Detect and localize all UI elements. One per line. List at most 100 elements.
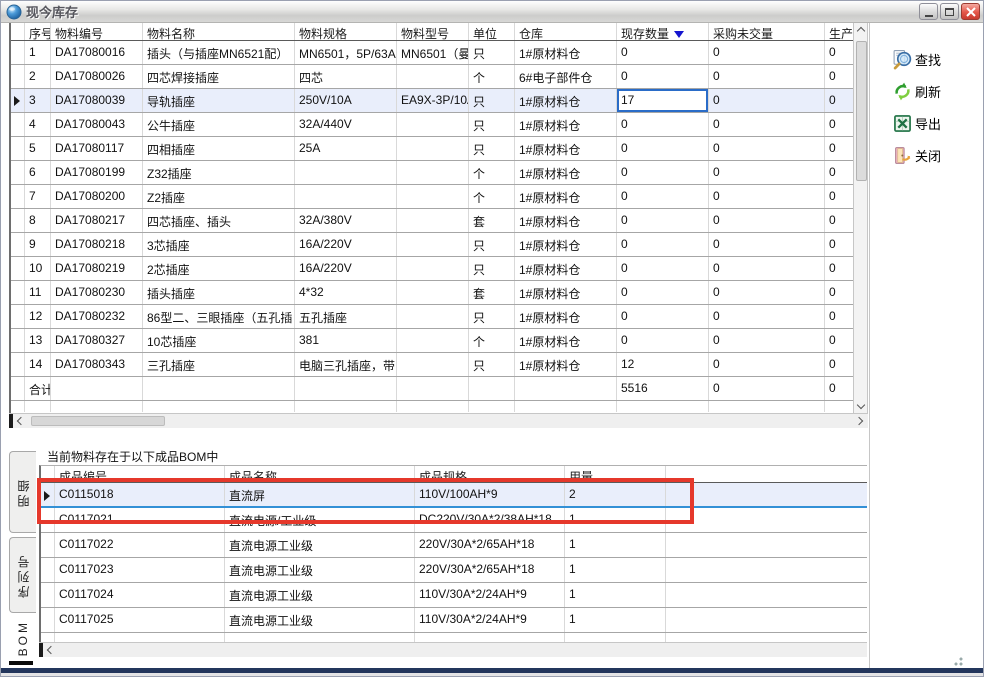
close-window-button[interactable]: 关闭 xyxy=(892,143,984,167)
cell-name[interactable]: 插头插座 xyxy=(143,281,295,304)
cell-spec[interactable]: 4*32 xyxy=(295,281,397,304)
cell-spec[interactable]: 32A/440V xyxy=(295,113,397,136)
close-button[interactable] xyxy=(961,3,980,20)
inventory-row[interactable]: 7DA17080200Z2插座个1#原材料仓000 xyxy=(11,185,853,209)
cell-unit[interactable]: 只 xyxy=(469,233,515,256)
cell-qty[interactable]: 0 xyxy=(617,41,709,64)
cell-spec[interactable]: 四芯 xyxy=(295,65,397,88)
cell-spec[interactable]: 381 xyxy=(295,329,397,352)
row-indicator-cell[interactable] xyxy=(11,281,25,304)
cell-purchase[interactable]: 0 xyxy=(709,65,825,88)
row-indicator-cell[interactable] xyxy=(11,329,25,352)
resize-grip-icon[interactable] xyxy=(953,656,963,666)
cell-spec[interactable]: 250V/10A xyxy=(295,89,397,112)
bom-row[interactable]: C0117024直流电源工业级110V/30A*2/24AH*91 xyxy=(41,583,867,608)
bom-cell-qty[interactable]: 2 xyxy=(565,483,666,506)
cell-purchase[interactable]: 0 xyxy=(709,353,825,376)
row-indicator-cell[interactable] xyxy=(11,41,25,64)
cell-production[interactable]: 0 xyxy=(825,281,853,304)
cell-spec[interactable]: 五孔插座 xyxy=(295,305,397,328)
bom-column-header-qty[interactable]: 用量 xyxy=(565,466,666,482)
bom-row[interactable]: C0117021直流电源/工业级DC220V/30A*2/38AH*181 xyxy=(41,508,867,533)
row-indicator-cell[interactable] xyxy=(11,353,25,376)
cell-production[interactable]: 0 xyxy=(825,257,853,280)
cell-warehouse[interactable]: 1#原材料仓 xyxy=(515,257,617,280)
cell-unit[interactable]: 套 xyxy=(469,281,515,304)
cell-purchase[interactable]: 0 xyxy=(709,137,825,160)
column-header-no[interactable]: 序号 xyxy=(25,23,51,40)
cell-spec[interactable]: 32A/380V xyxy=(295,209,397,232)
cell-warehouse[interactable]: 1#原材料仓 xyxy=(515,305,617,328)
cell-name[interactable] xyxy=(143,377,295,400)
cell-name[interactable]: 四相插座 xyxy=(143,137,295,160)
cell-model[interactable] xyxy=(397,281,469,304)
inventory-row[interactable]: 10DA170802192芯插座16A/220V只1#原材料仓000 xyxy=(11,257,853,281)
bom-scroll-left-icon[interactable] xyxy=(47,646,55,654)
cell-production[interactable]: 0 xyxy=(825,89,853,112)
bom-row-indicator-cell[interactable] xyxy=(41,583,55,607)
bom-cell-name[interactable]: 直流电源/工业级 xyxy=(225,508,415,532)
cell-spec[interactable] xyxy=(295,185,397,208)
splitter-handle[interactable] xyxy=(9,414,13,428)
cell-no[interactable]: 7 xyxy=(25,185,51,208)
bom-cell-code[interactable]: C0115018 xyxy=(55,483,225,506)
column-header-warehouse[interactable]: 仓库 xyxy=(515,23,617,40)
cell-code[interactable]: DA17080219 xyxy=(51,257,143,280)
cell-warehouse[interactable]: 1#原材料仓 xyxy=(515,329,617,352)
cell-name[interactable]: 公牛插座 xyxy=(143,113,295,136)
cell-warehouse[interactable]: 1#原材料仓 xyxy=(515,233,617,256)
inventory-row[interactable]: 2DA17080026四芯焊接插座四芯个6#电子部件仓000 xyxy=(11,65,853,89)
column-header-name[interactable]: 物料名称 xyxy=(143,23,295,40)
inventory-row[interactable]: 8DA17080217四芯插座、插头32A/380V套1#原材料仓000 xyxy=(11,209,853,233)
minimize-button[interactable] xyxy=(919,3,938,20)
tab-bom[interactable]: BOM xyxy=(9,617,36,659)
inventory-row[interactable]: 6DA17080199Z32插座个1#原材料仓000 xyxy=(11,161,853,185)
cell-no[interactable]: 1 xyxy=(25,41,51,64)
refresh-button[interactable]: 刷新 xyxy=(892,79,984,103)
bom-cell-name[interactable]: 直流电源工业级 xyxy=(225,558,415,582)
cell-warehouse[interactable] xyxy=(515,377,617,400)
bom-cell-name[interactable]: 直流屏 xyxy=(225,483,415,506)
cell-unit[interactable]: 个 xyxy=(469,161,515,184)
cell-purchase[interactable]: 0 xyxy=(709,233,825,256)
cell-no[interactable]: 3 xyxy=(25,89,51,112)
row-indicator-cell[interactable] xyxy=(11,401,25,412)
cell-no[interactable]: 4 xyxy=(25,113,51,136)
inventory-row[interactable]: 3DA17080039导轨插座250V/10AEA9X-3P/10A只1#原材料… xyxy=(11,89,853,113)
cell-code[interactable]: DA17080327 xyxy=(51,329,143,352)
row-indicator-cell[interactable] xyxy=(11,161,25,184)
cell-spec[interactable] xyxy=(295,161,397,184)
cell-production[interactable]: 0 xyxy=(825,113,853,136)
cell-no[interactable]: 12 xyxy=(25,305,51,328)
bom-cell-spec[interactable]: DC220V/30A*2/38AH*18 xyxy=(415,508,565,532)
cell-qty[interactable]: 12 xyxy=(617,353,709,376)
cell-code[interactable]: DA17080016 xyxy=(51,41,143,64)
cell-name[interactable]: 导轨插座 xyxy=(143,89,295,112)
cell-code[interactable]: DA17080026 xyxy=(51,65,143,88)
cell-no[interactable]: 14 xyxy=(25,353,51,376)
cell-production[interactable]: 0 xyxy=(825,377,853,400)
cell-purchase[interactable]: 0 xyxy=(709,257,825,280)
cell-no[interactable]: 8 xyxy=(25,209,51,232)
cell-production[interactable]: 0 xyxy=(825,185,853,208)
cell-model[interactable]: EA9X-3P/10A xyxy=(397,89,469,112)
cell-purchase[interactable]: 0 xyxy=(709,161,825,184)
cell-name[interactable]: 插头（与插座MN6521配） xyxy=(143,41,295,64)
bom-row[interactable]: C0117023直流电源工业级220V/30A*2/65AH*181 xyxy=(41,558,867,583)
row-indicator-cell[interactable] xyxy=(11,209,25,232)
cell-production[interactable]: 0 xyxy=(825,329,853,352)
cell-unit[interactable]: 只 xyxy=(469,257,515,280)
cell-name[interactable]: 四芯焊接插座 xyxy=(143,65,295,88)
bom-row-indicator-cell[interactable] xyxy=(41,558,55,582)
cell-code[interactable]: DA17080218 xyxy=(51,233,143,256)
bom-row-indicator-cell[interactable] xyxy=(41,533,55,557)
bom-cell-name[interactable]: 直流电源工业级 xyxy=(225,583,415,607)
row-indicator-cell[interactable] xyxy=(11,137,25,160)
cell-warehouse[interactable]: 1#原材料仓 xyxy=(515,113,617,136)
row-indicator-cell[interactable] xyxy=(11,113,25,136)
bom-row-indicator-cell[interactable] xyxy=(41,608,55,632)
column-header-qty[interactable]: 现存数量 xyxy=(617,23,709,40)
bom-cell-qty[interactable]: 1 xyxy=(565,533,666,557)
find-button[interactable]: 查找 xyxy=(892,47,984,71)
bom-horizontal-scrollbar[interactable] xyxy=(39,642,867,657)
